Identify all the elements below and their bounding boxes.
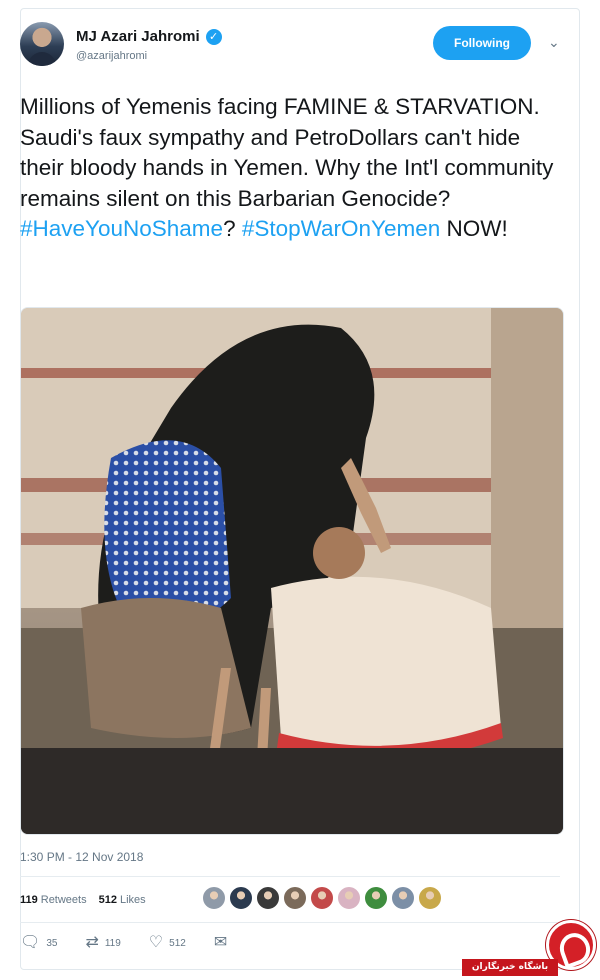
reply-icon: 🗨︎ [20, 934, 41, 951]
verified-badge-icon: ✓ [205, 28, 222, 45]
chevron-down-icon[interactable]: ⌄ [548, 35, 560, 49]
tweet-text: Millions of Yemenis facing FAMINE & STAR… [20, 92, 560, 245]
hashtag-link[interactable]: #HaveYouNoShame [20, 216, 223, 241]
retweets-label: Retweets [40, 894, 87, 906]
user-handle[interactable]: @azarijahromi [76, 50, 147, 62]
reply-count: 35 [46, 937, 58, 949]
tweet-body: Millions of Yemenis facing FAMINE & STAR… [20, 94, 560, 211]
name-row: MJ Azari Jahromi ✓ [76, 28, 222, 45]
avatar[interactable] [20, 22, 64, 66]
divider [20, 876, 560, 877]
tweet-stats: 119 Retweets 512 Likes [20, 886, 158, 914]
photo-illustration [21, 308, 563, 834]
tweet-header: MJ Azari Jahromi ✓ @azarijahromi Followi… [20, 22, 560, 78]
like-button[interactable]: ♡ 512 [149, 935, 186, 951]
liker-avatar[interactable] [229, 886, 253, 910]
following-button[interactable]: Following [433, 26, 531, 60]
tweet-timestamp[interactable]: 1:30 PM - 12 Nov 2018 [20, 850, 143, 864]
envelope-icon: ✉︎ [213, 934, 228, 951]
display-name[interactable]: MJ Azari Jahromi [76, 28, 200, 45]
tweet-actions: 🗨︎ 35 ⇄ 119 ♡ 512 ✉︎ [20, 932, 261, 954]
tweet-tail: NOW! [440, 216, 508, 241]
reply-button[interactable]: 🗨︎ 35 [20, 935, 57, 951]
likes-count: 512 [98, 894, 117, 906]
watermark-text: باشگاه خبرنگاران [462, 959, 558, 976]
retweets-stat[interactable]: 119 Retweets [20, 894, 87, 906]
retweets-count: 119 [20, 894, 38, 906]
likes-stat[interactable]: 512 Likes [99, 894, 146, 906]
liker-avatar[interactable] [256, 886, 280, 910]
liker-avatar[interactable] [283, 886, 307, 910]
liker-avatar[interactable] [391, 886, 415, 910]
retweet-count: 119 [104, 937, 121, 949]
watermark-logo: باشگاه خبرنگاران [462, 918, 596, 978]
retweet-button[interactable]: ⇄ 119 [85, 935, 120, 951]
liker-avatar[interactable] [202, 886, 226, 910]
liker-avatar[interactable] [337, 886, 361, 910]
hashtag-link[interactable]: #StopWarOnYemen [242, 216, 440, 241]
likes-label: Likes [119, 894, 146, 906]
tweet-separator: ? [223, 216, 242, 241]
direct-message-button[interactable]: ✉︎ [214, 935, 233, 951]
liker-avatar[interactable] [364, 886, 388, 910]
likers-avatars [202, 886, 442, 910]
tweet-photo[interactable] [20, 307, 564, 835]
liker-avatar[interactable] [310, 886, 334, 910]
liker-avatar[interactable] [418, 886, 442, 910]
retweet-icon: ⇄ [85, 934, 99, 951]
like-count: 512 [169, 937, 186, 949]
heart-icon: ♡ [148, 934, 164, 951]
